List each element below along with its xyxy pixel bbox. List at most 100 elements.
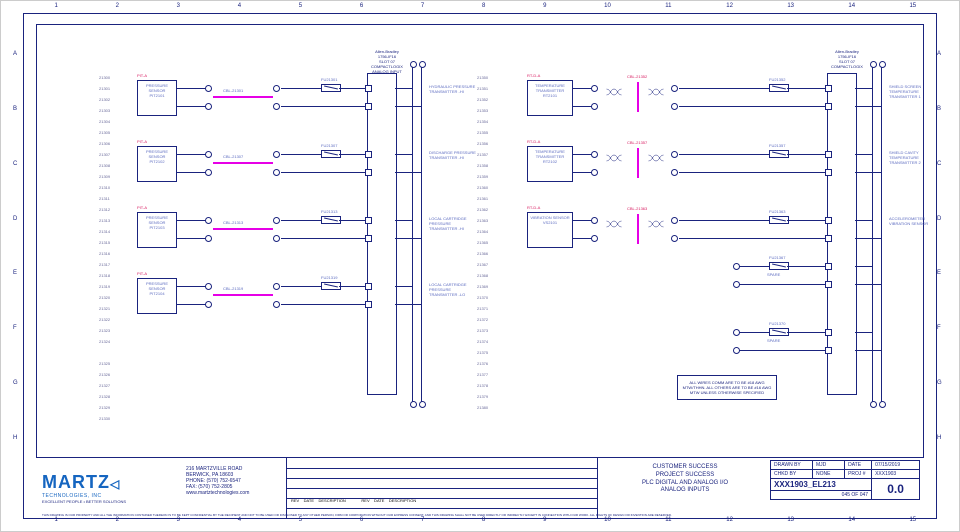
wire — [395, 172, 421, 173]
line-number: 21325 — [99, 361, 110, 366]
line-number: 21352 — [477, 97, 488, 102]
grid-col-label: 13 — [787, 3, 794, 9]
terminal — [273, 217, 280, 224]
line-number: 21356 — [477, 141, 488, 146]
sensor-box: PRESSURE SENSORPIT2104 — [137, 278, 177, 314]
outer-frame: 123456789101112131415 123456789101112131… — [23, 13, 937, 519]
channel-desc: SHIELD CAVITY TEMPERATURE TRANSMITTER 2 — [889, 150, 939, 165]
wire — [679, 238, 827, 239]
plc-right-header: Allen-Bradley 1756-IF16 SLOT 07 COMPACTL… — [817, 49, 877, 69]
line-number: 21307 — [99, 152, 110, 157]
wire — [855, 88, 873, 89]
wire — [281, 154, 321, 155]
grid-row-label: A — [13, 51, 17, 57]
line-number: 21310 — [99, 185, 110, 190]
fuse-icon — [769, 328, 789, 336]
channel-desc: DISCHARGE PRESSURE TRANSMITTER -HI — [429, 150, 479, 160]
wire — [395, 238, 421, 239]
fuse-label: FU21363 — [769, 209, 785, 214]
grid-row-label: H — [13, 435, 17, 441]
bus-term — [410, 61, 417, 68]
plc-terminal — [365, 85, 372, 92]
plc-terminal — [825, 235, 832, 242]
twisted-pair-icon — [599, 150, 629, 160]
line-number: 21318 — [99, 273, 110, 278]
wire — [737, 266, 769, 267]
grid-col-label: 8 — [482, 3, 485, 9]
wire — [855, 106, 881, 107]
bus-term — [419, 401, 426, 408]
terminal — [273, 235, 280, 242]
sensor-box: TEMPERATURE TRANSMITTERRT2101 — [527, 80, 573, 116]
twisted-pair-icon — [599, 216, 629, 226]
channel-desc: LOCAL CARTRIDGE PRESSURE TRANSMITTER -HI — [429, 216, 479, 231]
line-number: 21316 — [99, 251, 110, 256]
grid-col-label: 12 — [726, 3, 733, 9]
line-number: 21313 — [99, 218, 110, 223]
line-number: 21366 — [477, 251, 488, 256]
terminal — [733, 329, 740, 336]
wire — [679, 106, 827, 107]
bus-right-1 — [872, 65, 873, 403]
wire — [281, 106, 367, 107]
fuse-icon — [321, 84, 341, 92]
plc-terminal — [825, 329, 832, 336]
line-number: 21321 — [99, 306, 110, 311]
title-meta: DRAWN BYMJDDATE07/15/2019 CHKD BYNONEPRO… — [770, 460, 920, 500]
plc-terminal — [365, 235, 372, 242]
plc-terminal — [825, 263, 832, 270]
revision-table: REV DATE DESCRIPTION REV DATE DESCRIPTIO… — [286, 458, 598, 518]
cable-label: CBL-21301 — [223, 88, 243, 93]
terminal — [591, 151, 598, 158]
wire — [281, 304, 367, 305]
disclaimer-text: THIS DRAWING IS OUR PROPERTY AND ALL THE… — [42, 513, 918, 517]
grid-col-label: 11 — [665, 3, 671, 9]
sensor-tag: RT-D-A — [527, 205, 540, 210]
project-title: CUSTOMER SUCCESS PROJECT SUCCESS PLC DIG… — [606, 464, 764, 495]
sheet-number: 045 OF 047 — [771, 491, 872, 500]
line-number: 21380 — [477, 405, 488, 410]
wire-note-box: ALL WIRES COMM ARE TO BE #18 AWG MTW/THH… — [677, 375, 777, 400]
terminal — [733, 263, 740, 270]
wire — [737, 332, 769, 333]
wire — [177, 154, 207, 155]
line-number: 21323 — [99, 328, 110, 333]
checked-by: NONE — [813, 470, 845, 479]
fuse-icon — [321, 282, 341, 290]
line-number: 21360 — [477, 185, 488, 190]
bus-left-2 — [421, 65, 422, 403]
wire — [679, 172, 827, 173]
fuse-icon — [769, 84, 789, 92]
fuse-label: FU21370 — [769, 321, 785, 326]
grid-col-label: 7 — [421, 3, 424, 9]
sensor-box: VIBRATION SENSORVS2101 — [527, 212, 573, 248]
fuse-label: FU21357 — [769, 143, 785, 148]
wire-note-text: ALL WIRES COMM ARE TO BE #18 AWG MTW/THH… — [683, 380, 772, 395]
terminal — [205, 235, 212, 242]
title-block: MARTZ◁ TECHNOLOGIES, INC EXCELLENT PEOPL… — [36, 457, 924, 518]
wire — [395, 286, 413, 287]
line-number: 21330 — [99, 416, 110, 421]
wire — [679, 154, 769, 155]
drawn-by: MJD — [813, 461, 845, 470]
terminal — [273, 169, 280, 176]
line-number: 21300 — [99, 75, 110, 80]
line-number: 21367 — [477, 262, 488, 267]
wire — [787, 332, 827, 333]
terminal — [671, 85, 678, 92]
fuse-icon — [321, 150, 341, 158]
line-number: 21306 — [99, 141, 110, 146]
wire — [395, 106, 421, 107]
terminal — [205, 103, 212, 110]
date: 07/15/2019 — [872, 461, 920, 470]
line-number: 21311 — [99, 196, 110, 201]
terminal — [591, 85, 598, 92]
wire — [177, 106, 207, 107]
grid-col-label: 9 — [543, 3, 546, 9]
bus-left-1 — [412, 65, 413, 403]
wire — [855, 154, 873, 155]
grid-row-label: E — [937, 270, 941, 276]
line-number: 21374 — [477, 339, 488, 344]
wire — [787, 266, 827, 267]
sensor-box: PRESSURE SENSORPIT2102 — [137, 146, 177, 182]
